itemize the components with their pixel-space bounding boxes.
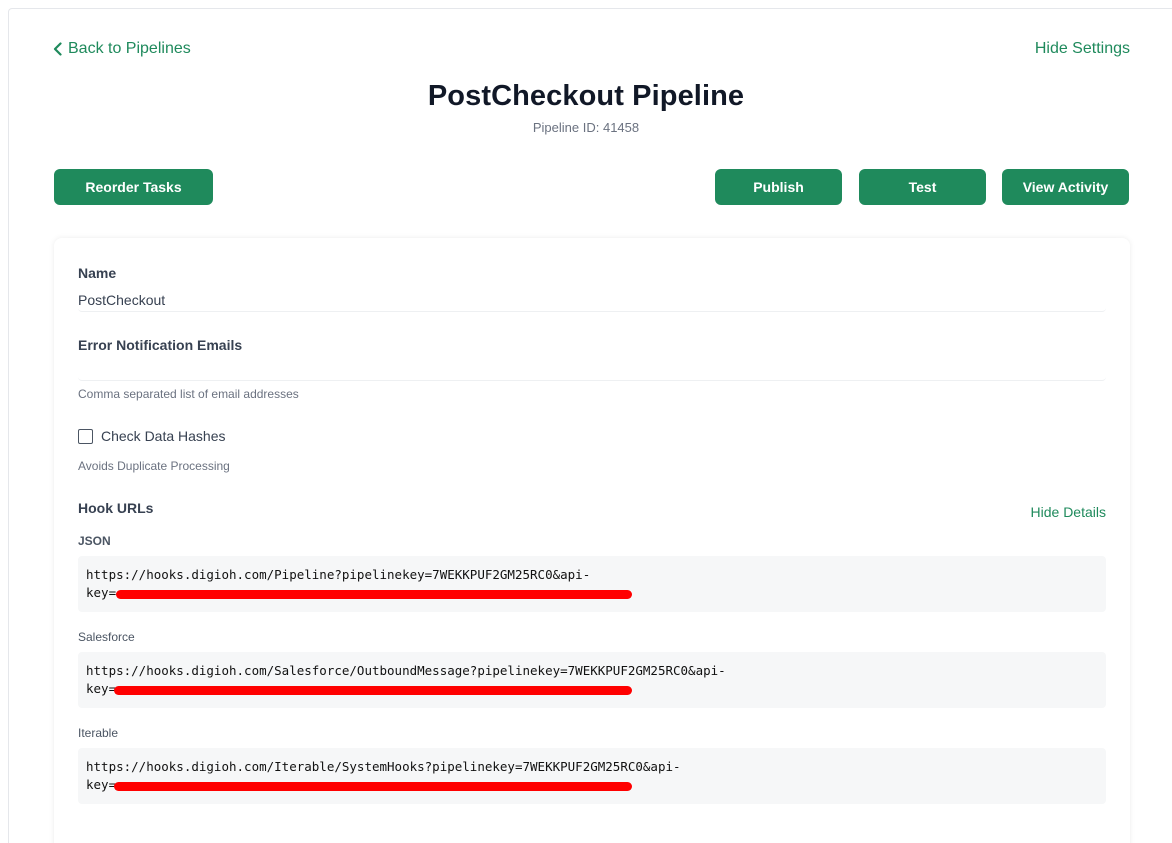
- back-to-pipelines-link[interactable]: Back to Pipelines: [53, 40, 191, 58]
- error-emails-input[interactable]: [78, 357, 1106, 381]
- reorder-tasks-button[interactable]: Reorder Tasks: [54, 169, 213, 205]
- redaction-mark: [116, 590, 632, 599]
- redaction-mark: [114, 782, 632, 791]
- hook-urls-label: Hook URLs: [78, 500, 154, 516]
- test-button[interactable]: Test: [859, 169, 986, 205]
- check-data-hashes-help: Avoids Duplicate Processing: [78, 459, 230, 473]
- publish-button[interactable]: Publish: [715, 169, 842, 205]
- error-emails-help: Comma separated list of email addresses: [78, 387, 299, 401]
- settings-card: Name Error Notification Emails Comma sep…: [54, 238, 1130, 843]
- view-activity-button[interactable]: View Activity: [1002, 169, 1129, 205]
- check-data-hashes-label: Check Data Hashes: [101, 428, 226, 444]
- hook-label-salesforce: Salesforce: [78, 630, 135, 644]
- redaction-mark: [114, 686, 632, 695]
- page-title: PostCheckout Pipeline: [427, 80, 745, 112]
- check-data-hashes-checkbox[interactable]: [78, 428, 93, 444]
- name-label: Name: [78, 265, 117, 281]
- back-link-label: Back to Pipelines: [68, 40, 191, 57]
- hook-url-line: https://hooks.digioh.com/Iterable/System…: [86, 759, 681, 774]
- hook-url-line: https://hooks.digioh.com/Pipeline?pipeli…: [86, 567, 591, 582]
- name-input[interactable]: [78, 288, 1106, 312]
- hide-settings-link[interactable]: Hide Settings: [1035, 40, 1130, 58]
- chevron-left-icon: [53, 42, 62, 56]
- error-emails-label: Error Notification Emails: [78, 337, 243, 353]
- hook-url-json[interactable]: https://hooks.digioh.com/Pipeline?pipeli…: [78, 556, 1106, 612]
- hook-url-iterable[interactable]: https://hooks.digioh.com/Iterable/System…: [78, 748, 1106, 804]
- hide-details-link[interactable]: Hide Details: [1031, 504, 1106, 520]
- hook-url-salesforce[interactable]: https://hooks.digioh.com/Salesforce/Outb…: [78, 652, 1106, 708]
- hook-label-json: JSON: [78, 534, 111, 548]
- pipeline-id: Pipeline ID: 41458: [532, 120, 640, 135]
- hook-url-line: https://hooks.digioh.com/Salesforce/Outb…: [86, 663, 726, 678]
- check-data-hashes-row[interactable]: Check Data Hashes: [78, 428, 226, 444]
- hook-label-iterable: Iterable: [78, 726, 119, 740]
